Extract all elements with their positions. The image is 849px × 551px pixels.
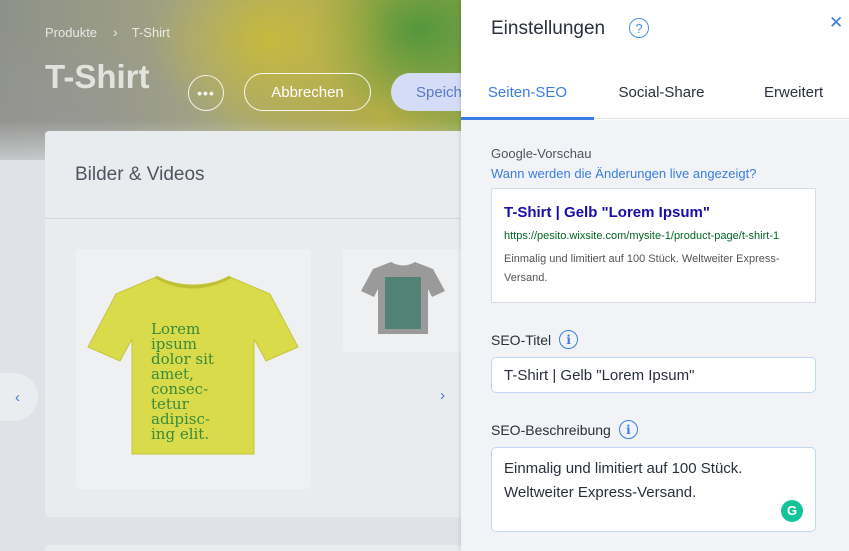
preview-description: Einmalig und limitiert auf 100 Stück. We… xyxy=(504,253,780,284)
media-section: Bilder & Videos Lorem ipsum dolor sit am… xyxy=(45,131,485,517)
cancel-button[interactable]: Abbrechen xyxy=(244,73,371,111)
info-icon[interactable]: i xyxy=(618,420,638,439)
product-thumbnail-image[interactable] xyxy=(343,249,463,352)
settings-panel: Einstellungen ? ✕ Seiten-SEO Social-Shar… xyxy=(461,0,849,551)
seo-description-value: Einmalig und limitiert auf 100 Stück. We… xyxy=(504,460,743,501)
media-section-title: Bilder & Videos xyxy=(45,131,485,219)
settings-tabs: Seiten-SEO Social-Share Erweitert xyxy=(461,66,849,120)
product-main-image[interactable]: Lorem ipsum dolor sit amet, consec- tetu… xyxy=(76,249,311,489)
google-preview-label: Google-Vorschau xyxy=(491,146,592,161)
seo-description-label-text: SEO-Beschreibung xyxy=(491,421,611,438)
grammarly-icon[interactable]: G xyxy=(781,500,803,522)
seo-title-value: T-Shirt | Gelb "Lorem Ipsum" xyxy=(504,366,695,384)
next-image-arrow[interactable]: › xyxy=(440,387,445,404)
google-preview-card: T-Shirt | Gelb "Lorem Ipsum" https://pes… xyxy=(491,188,816,303)
tshirt-grey-image xyxy=(361,262,445,334)
seo-title-input[interactable]: T-Shirt | Gelb "Lorem Ipsum" xyxy=(491,357,816,393)
close-icon[interactable]: ✕ xyxy=(829,13,843,33)
more-actions-button[interactable]: ••• xyxy=(188,75,224,111)
help-icon[interactable]: ? xyxy=(629,18,649,38)
tshirt-yellow-image: Lorem ipsum dolor sit amet, consec- tetu… xyxy=(87,275,299,455)
breadcrumb: Produkte › T-Shirt xyxy=(45,24,170,40)
seo-title-label: SEO-Titel i xyxy=(491,330,579,349)
preview-url: https://pesito.wixsite.com/mysite-1/prod… xyxy=(504,230,780,242)
previous-image-arrow[interactable]: ‹ xyxy=(0,373,38,421)
svg-text:ing elit.: ing elit. xyxy=(151,425,209,443)
tab-erweitert[interactable]: Erweitert xyxy=(729,66,849,119)
preview-title: T-Shirt | Gelb "Lorem Ipsum" xyxy=(504,204,710,221)
live-changes-link[interactable]: Wann werden die Änderungen live angezeig… xyxy=(491,166,756,181)
tab-seiten-seo[interactable]: Seiten-SEO xyxy=(461,66,594,120)
panel-title: Einstellungen xyxy=(491,18,606,39)
chevron-right-icon: › xyxy=(113,24,118,40)
seo-title-label-text: SEO-Titel xyxy=(491,331,552,348)
info-icon[interactable]: i xyxy=(559,330,579,349)
breadcrumb-current: T-Shirt xyxy=(131,24,171,40)
page-title: T-Shirt xyxy=(45,58,150,95)
seo-description-label: SEO-Beschreibung i xyxy=(491,420,638,439)
tab-social-share[interactable]: Social-Share xyxy=(594,66,729,119)
more-icon: ••• xyxy=(197,85,215,101)
chevron-left-icon: ‹ xyxy=(15,388,20,406)
seo-description-textarea[interactable]: Einmalig und limitiert auf 100 Stück. We… xyxy=(491,447,816,532)
breadcrumb-products-link[interactable]: Produkte xyxy=(45,25,97,40)
